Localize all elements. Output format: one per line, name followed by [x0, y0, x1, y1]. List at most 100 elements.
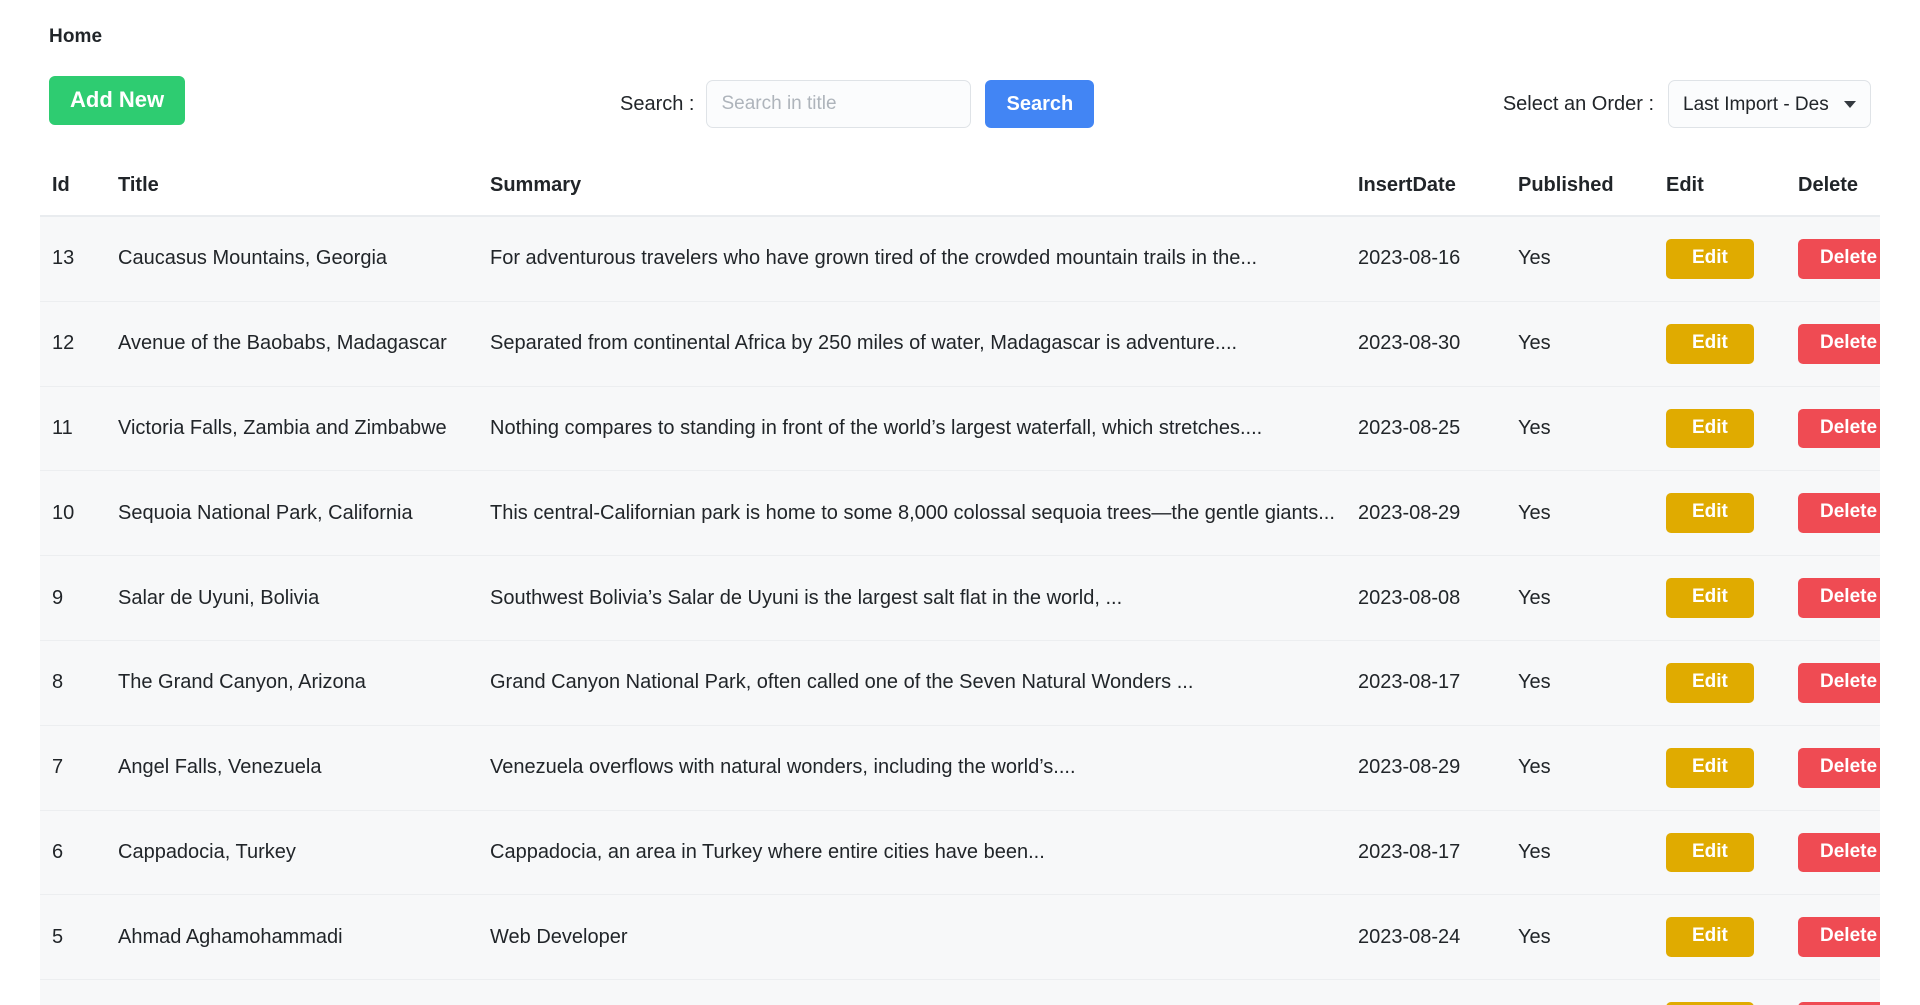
cell-title: The Amazon — [118, 979, 490, 1005]
table-row: 9 Salar de Uyuni, Bolivia Southwest Bolivi… — [40, 555, 1880, 641]
cell-published: Yes — [1518, 386, 1666, 472]
cell-id: 11 — [40, 386, 118, 472]
cell-insertdate: 2023-08-30 — [1358, 301, 1518, 387]
cell-delete: Delete — [1798, 301, 1880, 387]
delete-button[interactable]: Delete — [1798, 832, 1880, 873]
cell-published: Yes — [1518, 301, 1666, 387]
cell-title: Caucasus Mountains, Georgia — [118, 216, 490, 302]
cell-summary: Nothing compares to standing in front of… — [490, 386, 1358, 472]
search-input[interactable] — [706, 80, 972, 128]
cell-edit: Edit — [1666, 640, 1798, 726]
cell-published: Yes — [1518, 216, 1666, 302]
cell-title: Ahmad Aghamohammadi — [118, 894, 490, 981]
order-select-wrapper: Last Import - Des — [1668, 80, 1871, 128]
search-button[interactable]: Search — [985, 80, 1095, 128]
cell-edit: Edit — [1666, 216, 1798, 302]
cell-edit: Edit — [1666, 979, 1798, 1005]
table-row: 8 The Grand Canyon, Arizona Grand Canyon N… — [40, 640, 1880, 726]
column-header-published: Published — [1518, 174, 1666, 217]
cell-delete: Delete — [1798, 470, 1880, 557]
cell-insertdate: 2023-08-25 — [1358, 386, 1518, 472]
cell-title: Avenue of the Baobabs, Madagascar — [118, 301, 490, 387]
cell-delete: Delete — [1798, 894, 1880, 981]
table-scroll-container: Id Title Summary InsertDate Published Ed… — [40, 174, 1880, 1005]
cell-summary: Grand Canyon National Park, often called… — [490, 640, 1358, 726]
edit-button[interactable]: Edit — [1666, 662, 1754, 703]
cell-title: Sequoia National Park, California — [118, 470, 490, 557]
delete-button[interactable]: Delete — [1798, 493, 1880, 534]
cell-summary: For adventurous travelers who have grown… — [490, 216, 1358, 302]
page-root: Home Add New Search : Search Select an O… — [0, 0, 1920, 1005]
table-row: 6 Cappadocia, Turkey Cappadocia, an area i… — [40, 810, 1880, 896]
cell-title: The Grand Canyon, Arizona — [118, 640, 490, 726]
column-header-edit: Edit — [1666, 174, 1798, 217]
cell-edit: Edit — [1666, 725, 1798, 811]
cell-delete: Delete — [1798, 979, 1880, 1005]
cell-edit: Edit — [1666, 301, 1798, 387]
delete-button[interactable]: Delete — [1798, 578, 1880, 618]
delete-button[interactable]: Delete — [1798, 747, 1880, 788]
cell-delete: Delete — [1798, 555, 1880, 641]
cell-id: 6 — [40, 810, 118, 896]
cell-insertdate: 2023-08-08 — [1358, 555, 1518, 641]
table-row: 7 Angel Falls, Venezuela Venezuela overflo… — [40, 725, 1880, 811]
cell-id: 12 — [40, 301, 118, 387]
edit-button[interactable]: Edit — [1666, 408, 1754, 449]
cell-summary: Venezuela overflows with natural wonders… — [490, 725, 1358, 811]
table-row: 4The AmazonCovering roughly 40 percent o… — [40, 979, 1880, 1005]
cell-id: 5 — [40, 894, 118, 981]
articles-table: Id Title Summary InsertDate Published Ed… — [40, 174, 1880, 1005]
cell-summary: Southwest Bolivia’s Salar de Uyuni is th… — [490, 555, 1358, 641]
cell-title: Angel Falls, Venezuela — [118, 725, 490, 811]
cell-delete: Delete — [1798, 386, 1880, 472]
delete-button[interactable]: Delete — [1798, 917, 1880, 958]
cell-insertdate: 2023-08-24 — [1358, 894, 1518, 981]
cell-title: Victoria Falls, Zambia and Zimbabwe — [118, 386, 490, 472]
cell-id: 9 — [40, 555, 118, 641]
cell-id: 7 — [40, 725, 118, 811]
cell-summary: Separated from continental Africa by 250… — [490, 301, 1358, 387]
cell-insertdate: 2023-08-17 — [1358, 810, 1518, 896]
cell-published: Yes — [1518, 470, 1666, 557]
edit-button[interactable]: Edit — [1666, 917, 1754, 958]
edit-button[interactable]: Edit — [1666, 832, 1754, 873]
cell-published: Yes — [1518, 725, 1666, 811]
table-row: 10 Sequoia National Park, California This … — [40, 470, 1880, 557]
table-row: 12 Avenue of the Baobabs, Madagascar Separ… — [40, 301, 1880, 387]
cell-published: Yes — [1518, 555, 1666, 641]
cell-delete: Delete — [1798, 640, 1880, 726]
column-header-delete: Delete — [1798, 174, 1880, 217]
cell-summary: This central-Californian park is home to… — [490, 470, 1358, 557]
cell-id: 4 — [40, 979, 118, 1005]
cell-id: 13 — [40, 216, 118, 302]
cell-edit: Edit — [1666, 470, 1798, 557]
add-new-button[interactable]: Add New — [49, 76, 186, 126]
cell-summary: Web Developer — [490, 894, 1358, 981]
cell-insertdate: 2023-08-27 — [1358, 979, 1518, 1005]
edit-button[interactable]: Edit — [1666, 747, 1754, 788]
cell-id: 8 — [40, 640, 118, 726]
cell-edit: Edit — [1666, 894, 1798, 981]
order-label: Select an Order : — [1502, 92, 1654, 115]
column-header-title: Title — [118, 174, 490, 217]
cell-insertdate: 2023-08-16 — [1358, 216, 1518, 302]
cell-insertdate: 2023-08-17 — [1358, 640, 1518, 726]
edit-button[interactable]: Edit — [1666, 239, 1754, 279]
table-row: 11 Victoria Falls, Zambia and Zimbabwe Not… — [40, 386, 1880, 472]
cell-id: 10 — [40, 470, 118, 557]
order-group: Select an Order : Last Import - Des — [1503, 80, 1871, 128]
edit-button[interactable]: Edit — [1666, 493, 1754, 534]
edit-button[interactable]: Edit — [1666, 323, 1754, 364]
delete-button[interactable]: Delete — [1798, 239, 1880, 279]
cell-published: Yes — [1518, 810, 1666, 896]
cell-insertdate: 2023-08-29 — [1358, 470, 1518, 557]
table-row: 13 Caucasus Mountains, Georgia For adventu… — [40, 216, 1880, 302]
delete-button[interactable]: Delete — [1798, 662, 1880, 703]
delete-button[interactable]: Delete — [1798, 323, 1880, 364]
breadcrumb: Home — [0, 0, 1920, 48]
edit-button[interactable]: Edit — [1666, 578, 1754, 618]
cell-published: Yes — [1518, 894, 1666, 981]
delete-button[interactable]: Delete — [1798, 408, 1880, 449]
breadcrumb-item-home[interactable]: Home — [49, 26, 102, 47]
order-select[interactable]: Last Import - Des — [1668, 80, 1871, 128]
